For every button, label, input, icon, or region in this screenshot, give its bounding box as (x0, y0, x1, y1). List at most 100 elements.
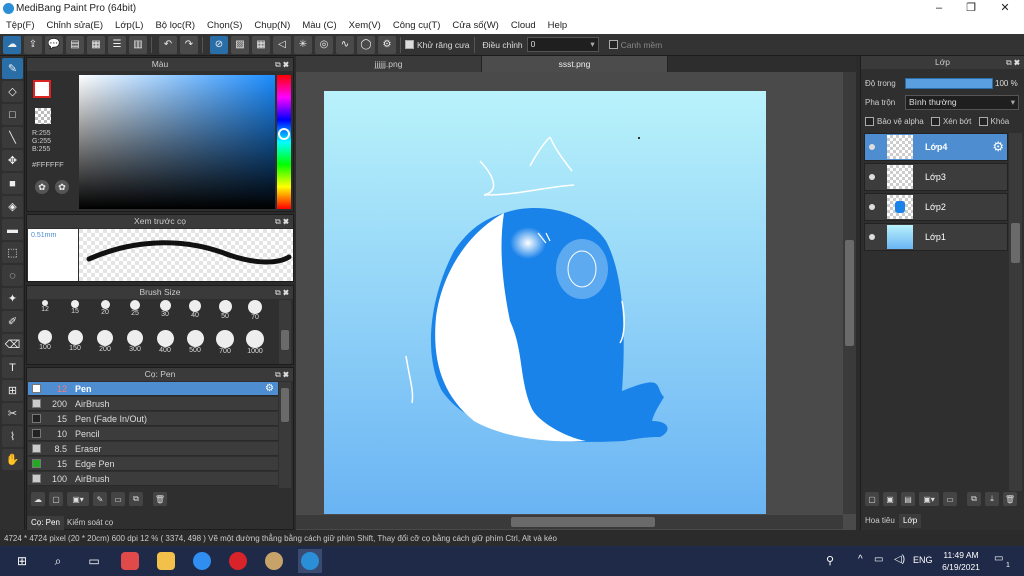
notification-icon[interactable]: ▭ (994, 553, 1003, 564)
brush-size-scroll-thumb[interactable] (281, 330, 289, 350)
brush-size-option[interactable]: 50 (211, 300, 239, 320)
drawing-canvas[interactable] (324, 91, 766, 514)
panel-buttons-icon[interactable]: ⧉ ✖ (1006, 56, 1020, 69)
new-layer-icon[interactable]: ▢ (865, 492, 879, 506)
undo-icon[interactable]: ↶ (159, 35, 177, 54)
maximize-button[interactable]: ❐ (956, 0, 986, 17)
snap-off-icon[interactable]: ⊘ (210, 35, 228, 54)
move-tool-icon[interactable]: ✥ (2, 150, 23, 171)
hue-slider[interactable] (277, 75, 291, 209)
brush-size-option[interactable]: 300 (121, 330, 149, 353)
tab-layer[interactable]: Lớp (899, 514, 922, 528)
snap-settings-icon[interactable]: ⚙ (378, 35, 396, 54)
layer-row[interactable]: Lớp3 (864, 163, 1008, 191)
delete-layer-icon[interactable]: 🗑 (1003, 492, 1017, 506)
paint-app-icon[interactable] (262, 549, 286, 573)
edge-checkbox[interactable] (608, 40, 618, 49)
rect-tool-icon[interactable]: □ (2, 104, 23, 125)
blend-mode-select[interactable]: Bình thường (905, 95, 1019, 110)
brush-folder-icon[interactable]: ▭ (111, 492, 125, 506)
eyedropper-tool-icon[interactable]: ⌇ (2, 426, 23, 447)
hue-slider-handle[interactable] (278, 128, 290, 140)
lasso-tool-icon[interactable]: ◌ (2, 265, 23, 286)
tab-brush[interactable]: Cọ: Pen (27, 516, 64, 530)
snap-curve-icon[interactable]: ∿ (336, 35, 354, 54)
snap-circle-icon[interactable]: ◎ (315, 35, 333, 54)
volume-icon[interactable]: ◁) (894, 554, 905, 565)
brush-item[interactable]: 8.5 Eraser (28, 442, 278, 456)
medibang-taskbar-icon[interactable] (298, 549, 322, 573)
layer-scrollbar[interactable] (1009, 133, 1022, 491)
opera-icon[interactable] (226, 549, 250, 573)
message-icon[interactable]: ▤ (66, 35, 84, 54)
hand-tool-icon[interactable]: ✋ (2, 449, 23, 470)
eraser-tool-icon[interactable]: ◇ (2, 81, 23, 102)
brush-size-option[interactable]: 25 (121, 300, 149, 317)
brush-item[interactable]: 100 AirBrush (28, 472, 278, 486)
new-layer-8bit-icon[interactable]: ▤ (901, 492, 915, 506)
cloud-icon[interactable]: ☁ (3, 35, 21, 54)
menu-cloud[interactable]: Cloud (505, 20, 542, 31)
visibility-icon[interactable] (869, 174, 875, 180)
lock-checkbox[interactable] (978, 117, 988, 127)
foreground-color-swatch[interactable] (33, 80, 51, 98)
line-tool-icon[interactable]: ╲ (2, 127, 23, 148)
language-indicator[interactable]: ENG (913, 555, 933, 565)
snap-grid-icon[interactable]: ▦ (252, 35, 270, 54)
tab-document-1[interactable]: jjjjjj.png (296, 56, 482, 72)
layer-folder-icon[interactable]: ▭ (943, 492, 957, 506)
brush-size-option[interactable]: 150 (61, 330, 89, 352)
brush-item[interactable]: 12 Pen ⚙ (28, 382, 278, 396)
menu-select[interactable]: Chọn(S) (201, 20, 248, 31)
brush-size-option[interactable]: 12 (31, 300, 59, 313)
brush-item[interactable]: 10 Pencil (28, 427, 278, 441)
brush-size-option[interactable]: 30 (151, 300, 179, 318)
opacity-slider[interactable] (905, 78, 993, 89)
menu-edit[interactable]: Chỉnh sửa(E) (41, 20, 110, 31)
snap-perspective-icon[interactable]: ◁ (273, 35, 291, 54)
menu-color[interactable]: Màu (C) (296, 20, 342, 31)
windows-start-icon[interactable]: ⊞ (10, 549, 34, 573)
comment-icon[interactable]: 💬 (45, 35, 63, 54)
brush-settings-icon[interactable]: ✎ (93, 492, 107, 506)
close-button[interactable]: ✕ (990, 0, 1020, 17)
layer-row[interactable]: Lớp1 (864, 223, 1008, 251)
tab-brush-control[interactable]: Kiểm soát cọ (63, 516, 117, 530)
select-tool-icon[interactable]: ⬚ (2, 242, 23, 263)
snap-radial-icon[interactable]: ✳ (294, 35, 312, 54)
snap-parallel-icon[interactable]: ▨ (231, 35, 249, 54)
page-icon[interactable]: ▦ (87, 35, 105, 54)
duplicate-layer-icon[interactable]: ⧉ (967, 492, 981, 506)
canvas-vertical-scroll-thumb[interactable] (845, 240, 854, 346)
brush-delete-icon[interactable]: 🗑 (153, 492, 167, 506)
brush-size-option[interactable]: 20 (91, 300, 119, 316)
menu-window[interactable]: Cửa số(W) (446, 20, 504, 31)
tray-chevron-icon[interactable]: ^ (858, 554, 863, 565)
brush-size-option[interactable]: 1000 (241, 330, 269, 355)
share-icon[interactable]: ⇪ (24, 35, 42, 54)
brush-size-option[interactable]: 15 (61, 300, 89, 315)
brush-item[interactable]: 15 Edge Pen (28, 457, 278, 471)
list-icon[interactable]: ☰ (108, 35, 126, 54)
bucket-tool-icon[interactable]: ◈ (2, 196, 23, 217)
merge-layer-icon[interactable]: ⤓ (985, 492, 999, 506)
canvas-horizontal-scrollbar[interactable] (296, 515, 843, 529)
brush-cloud-icon[interactable]: ☁ (31, 492, 45, 506)
file-explorer-icon[interactable] (154, 549, 178, 573)
brush-settings-gear-icon[interactable]: ⚙ (265, 383, 274, 394)
brush-size-option[interactable]: 200 (91, 330, 119, 353)
brush-item[interactable]: 200 AirBrush (28, 397, 278, 411)
brush-list-scrollbar[interactable] (279, 382, 291, 488)
visibility-icon[interactable] (869, 204, 875, 210)
minimize-button[interactable]: – (924, 0, 954, 17)
saturation-value-picker[interactable] (79, 75, 275, 209)
layer-row[interactable]: Lớp2 (864, 193, 1008, 221)
antialias-checkbox[interactable] (405, 40, 414, 49)
divide-tool-icon[interactable]: ✂ (2, 403, 23, 424)
panel-buttons-icon[interactable]: ⧉ ✖ (275, 286, 289, 299)
clipping-checkbox[interactable] (930, 117, 940, 127)
visibility-icon[interactable] (869, 234, 875, 240)
menu-help[interactable]: Help (542, 20, 574, 31)
brush-size-option[interactable]: 400 (151, 330, 179, 354)
app-grid-icon[interactable] (118, 549, 142, 573)
